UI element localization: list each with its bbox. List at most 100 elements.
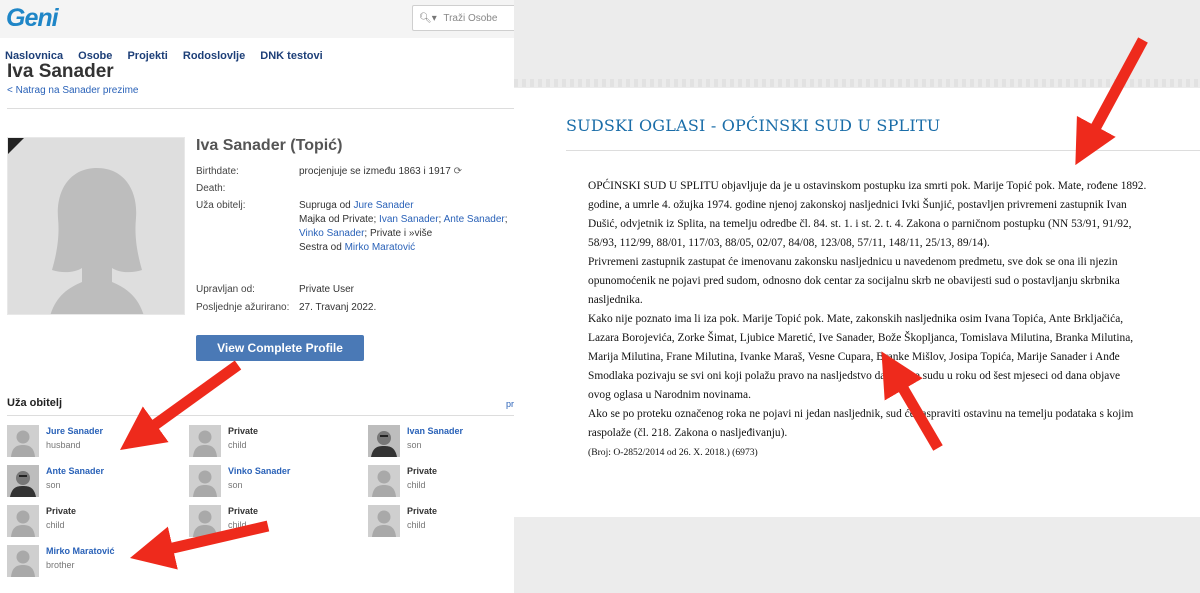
family-line-3: Vinko Sanader; Private i »više — [299, 228, 432, 239]
link-jure-sanader[interactable]: Jure Sanader — [354, 200, 414, 211]
family-member-card[interactable]: Ante Sanader son — [7, 465, 177, 497]
nav-item-rodoslovlje[interactable]: Rodoslovlje — [183, 50, 245, 62]
member-relation: child — [228, 520, 247, 530]
notice-line: OPĆINSKI SUD U SPLITU objavljuje da je u… — [588, 180, 1147, 192]
member-name: Private — [228, 506, 259, 516]
geni-logo[interactable]: Geni — [6, 4, 59, 33]
notice-line: nasljednika. — [588, 294, 643, 306]
member-relation: child — [228, 440, 247, 450]
nav-item-projekti[interactable]: Projekti — [127, 50, 167, 62]
family-member-card[interactable]: Ivan Sanader son — [368, 425, 514, 457]
notice-line: raspolaže (čl. 218. Zakona o nasljeđivan… — [588, 427, 788, 439]
family-member-card[interactable]: Private child — [368, 465, 514, 497]
link-vinko-sanader[interactable]: Vinko Sanader — [299, 228, 364, 239]
divider — [566, 150, 1200, 151]
more-link[interactable]: ; Private i »više — [364, 228, 432, 239]
member-photo — [7, 465, 39, 497]
family-member-card[interactable]: Jure Sanader husband — [7, 425, 177, 457]
family-member-card[interactable]: Vinko Sanader son — [189, 465, 359, 497]
member-name: Private — [407, 506, 438, 516]
member-relation: brother — [46, 560, 75, 570]
member-avatar-icon — [368, 505, 400, 537]
family-member-card[interactable]: Private child — [7, 505, 177, 537]
updated-value: 27. Travanj 2022. — [299, 302, 377, 313]
notice-reference: (Broj: O-2852/2014 od 26. X. 2018.) (697… — [588, 447, 758, 458]
family-line-4: Sestra od Mirko Maratović — [299, 242, 416, 253]
birthdate-value: procjenjuje se između 1863 i 1917 ⟳ — [299, 166, 462, 177]
notice-panel: SUDSKI OGLASI - OPĆINSKI SUD U SPLITU OP… — [514, 88, 1200, 517]
notice-line: Lazara Borojevića, Zorke Šimat, Ljubice … — [588, 332, 1134, 344]
page-title: Iva Sanader — [7, 61, 114, 82]
back-link[interactable]: < Natrag na Sanader prezime — [7, 85, 138, 96]
family-label: Uža obitelj: — [196, 200, 246, 211]
member-avatar-icon — [189, 425, 221, 457]
notice-line: Kako nije poznato ima li iza pok. Marije… — [588, 313, 1124, 325]
profile-photo-placeholder — [7, 137, 185, 315]
member-name: Private — [407, 466, 438, 476]
family-line-2: Majka od Private; Ivan Sanader; Ante San… — [299, 214, 508, 225]
member-name[interactable]: Ivan Sanader — [407, 426, 463, 436]
family-line-1: Supruga od Jure Sanader — [299, 200, 414, 211]
notice-line: 58/93, 112/99, 88/01, 117/03, 88/05, 02/… — [588, 237, 990, 249]
photo-corner-marker — [8, 138, 24, 154]
family-section-link[interactable]: pr — [506, 399, 514, 409]
member-avatar-icon — [189, 465, 221, 497]
divider — [7, 108, 514, 109]
member-name[interactable]: Ante Sanader — [46, 466, 104, 476]
notice-line: ovog oglasa u Narodnim novinama. — [588, 389, 751, 401]
member-name[interactable]: Mirko Maratović — [46, 546, 115, 556]
notice-line: Smodlaka pozivaju se svi oni koji polažu… — [588, 370, 1121, 382]
member-relation: child — [407, 520, 426, 530]
geni-page: Geni 🔍︎▾ Traži Osobe Naslovnica Osobe Pr… — [0, 0, 514, 593]
member-avatar-icon — [7, 425, 39, 457]
link-ante-sanader[interactable]: Ante Sanader — [444, 214, 505, 225]
link-ivan-sanader[interactable]: Ivan Sanader — [379, 214, 439, 225]
member-avatar-icon — [189, 505, 221, 537]
member-name[interactable]: Vinko Sanader — [228, 466, 290, 476]
member-relation: child — [46, 520, 65, 530]
member-relation: son — [46, 480, 61, 490]
member-avatar-icon — [7, 505, 39, 537]
search-icon: 🔍︎▾ — [419, 13, 437, 24]
search-placeholder: Traži Osobe — [443, 13, 498, 24]
profile-full-name: Iva Sanader (Topić) — [196, 137, 343, 154]
view-complete-profile-button[interactable]: View Complete Profile — [196, 335, 364, 361]
managed-value: Private User — [299, 284, 355, 295]
member-relation: son — [407, 440, 422, 450]
member-name: Private — [46, 506, 77, 516]
member-name: Private — [228, 426, 259, 436]
family-member-card[interactable]: Private child — [189, 425, 359, 457]
member-avatar-icon — [7, 545, 39, 577]
notice-line: Dušić, odvjetnik iz Splita, na temelju o… — [588, 218, 1132, 230]
female-silhouette-icon — [50, 168, 144, 314]
family-section-title: Uža obitelj — [7, 397, 63, 409]
member-relation: child — [407, 480, 426, 490]
birthdate-label: Birthdate: — [196, 166, 239, 177]
member-relation: husband — [46, 440, 81, 450]
notice-line: godine, a umrle 4. ožujka 1974. godine n… — [588, 199, 1127, 211]
family-member-card[interactable]: Private child — [368, 505, 514, 537]
notice-line: opunomoćenik ne pojavi pred sudom, odnos… — [588, 275, 1120, 287]
member-name[interactable]: Jure Sanader — [46, 426, 103, 436]
notice-line: Ako se po proteku označenog roka ne poja… — [588, 408, 1134, 420]
member-photo — [368, 425, 400, 457]
family-member-card[interactable]: Private child — [189, 505, 359, 537]
member-avatar-icon — [368, 465, 400, 497]
link-mirko-maratovic[interactable]: Mirko Maratović — [345, 242, 416, 253]
updated-label: Posljednje ažurirano: — [196, 302, 290, 313]
refresh-icon[interactable]: ⟳ — [454, 166, 462, 177]
nav-item-dnk-testovi[interactable]: DNK testovi — [260, 50, 322, 62]
notice-line: Marija Milutina, Frane Milutina, Ivanke … — [588, 351, 1120, 363]
managed-label: Upravljan od: — [196, 284, 255, 295]
divider — [7, 415, 514, 416]
family-member-card[interactable]: Mirko Maratović brother — [7, 545, 177, 577]
member-relation: son — [228, 480, 243, 490]
separator-band — [514, 79, 1200, 87]
notice-line: Privremeni zastupnik zastupat će imenova… — [588, 256, 1118, 268]
court-notice-page: SUDSKI OGLASI - OPĆINSKI SUD U SPLITU OP… — [514, 0, 1200, 593]
death-label: Death: — [196, 183, 226, 194]
search-input[interactable]: 🔍︎▾ Traži Osobe — [412, 5, 514, 31]
notice-title: SUDSKI OGLASI - OPĆINSKI SUD U SPLITU — [566, 116, 941, 135]
notice-body: OPĆINSKI SUD U SPLITU objavljuje da je u… — [588, 177, 1200, 462]
geni-header: Geni 🔍︎▾ Traži Osobe — [0, 0, 514, 38]
